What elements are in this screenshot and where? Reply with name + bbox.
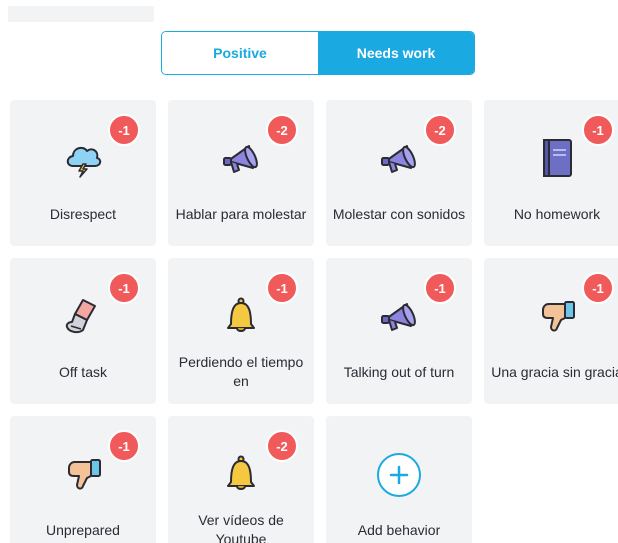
behavior-card-unprepared[interactable]: -1 Unprepared (10, 416, 156, 543)
behavior-card-ver-videos-de-youtube[interactable]: -2 Ver vídeos de Youtube (168, 416, 314, 543)
behavior-card-molestar-con-sonidos[interactable]: -2 Molestar con sonidos (326, 100, 472, 246)
points-badge: -2 (266, 430, 298, 462)
points-badge: -1 (108, 272, 140, 304)
behavior-label: Unprepared (46, 521, 120, 538)
add-behavior-button[interactable]: Add behavior (326, 416, 472, 543)
behavior-label: Una gracia sin gracia (491, 363, 618, 380)
behavior-card-off-task[interactable]: -1 Off task (10, 258, 156, 404)
storm-cloud-icon (61, 136, 105, 180)
behavior-card-perdiendo-el-tiempo-en[interactable]: -1 Perdiendo el tiempo en (168, 258, 314, 404)
megaphone-icon (377, 136, 421, 180)
behavior-card-una-gracia-sin-gracia[interactable]: -1 Una gracia sin gracia (484, 258, 618, 404)
behavior-label: Off task (59, 363, 107, 380)
behavior-label: Ver vídeos de Youtube (198, 512, 284, 543)
behavior-grid: -1 Disrespect -2 Hablar para molestar -2… (10, 100, 618, 543)
behavior-label: Molestar con sonidos (332, 205, 466, 222)
behavior-card-hablar-para-molestar[interactable]: -2 Hablar para molestar (168, 100, 314, 246)
tab-needs-work[interactable]: Needs work (318, 32, 474, 74)
points-badge: -1 (108, 114, 140, 146)
thumbs-down-icon (535, 294, 579, 338)
points-badge: -1 (108, 430, 140, 462)
points-badge: -1 (582, 272, 614, 304)
points-badge: -1 (424, 272, 456, 304)
behavior-label: No homework (513, 205, 601, 222)
behavior-type-toggle: Positive Needs work (161, 31, 475, 75)
behavior-label: Disrespect (49, 205, 117, 222)
points-badge: -1 (266, 272, 298, 304)
points-badge: -1 (582, 114, 614, 146)
add-behavior-label: Add behavior (357, 521, 441, 538)
behavior-card-talking-out-of-turn[interactable]: -1 Talking out of turn (326, 258, 472, 404)
behavior-picker: Positive Needs work -1 Disrespect -2 Hab… (0, 0, 618, 543)
behavior-card-disrespect[interactable]: -1 Disrespect (10, 100, 156, 246)
megaphone-icon (219, 136, 263, 180)
plus-circle-icon (376, 452, 422, 498)
behavior-label: Hablar para molestar (175, 205, 307, 222)
notebook-icon (535, 136, 579, 180)
thumbs-down-icon (61, 452, 105, 496)
tab-positive[interactable]: Positive (162, 32, 318, 74)
boot-icon (61, 294, 105, 338)
behavior-label: Talking out of turn (343, 363, 455, 380)
bell-icon (219, 294, 263, 338)
behavior-card-no-homework[interactable]: -1 No homework (484, 100, 618, 246)
bell-icon (219, 452, 263, 496)
points-badge: -2 (424, 114, 456, 146)
megaphone-icon (377, 294, 421, 338)
points-badge: -2 (266, 114, 298, 146)
behavior-label: Perdiendo el tiempo en (178, 354, 304, 389)
header-placeholder (8, 6, 154, 22)
